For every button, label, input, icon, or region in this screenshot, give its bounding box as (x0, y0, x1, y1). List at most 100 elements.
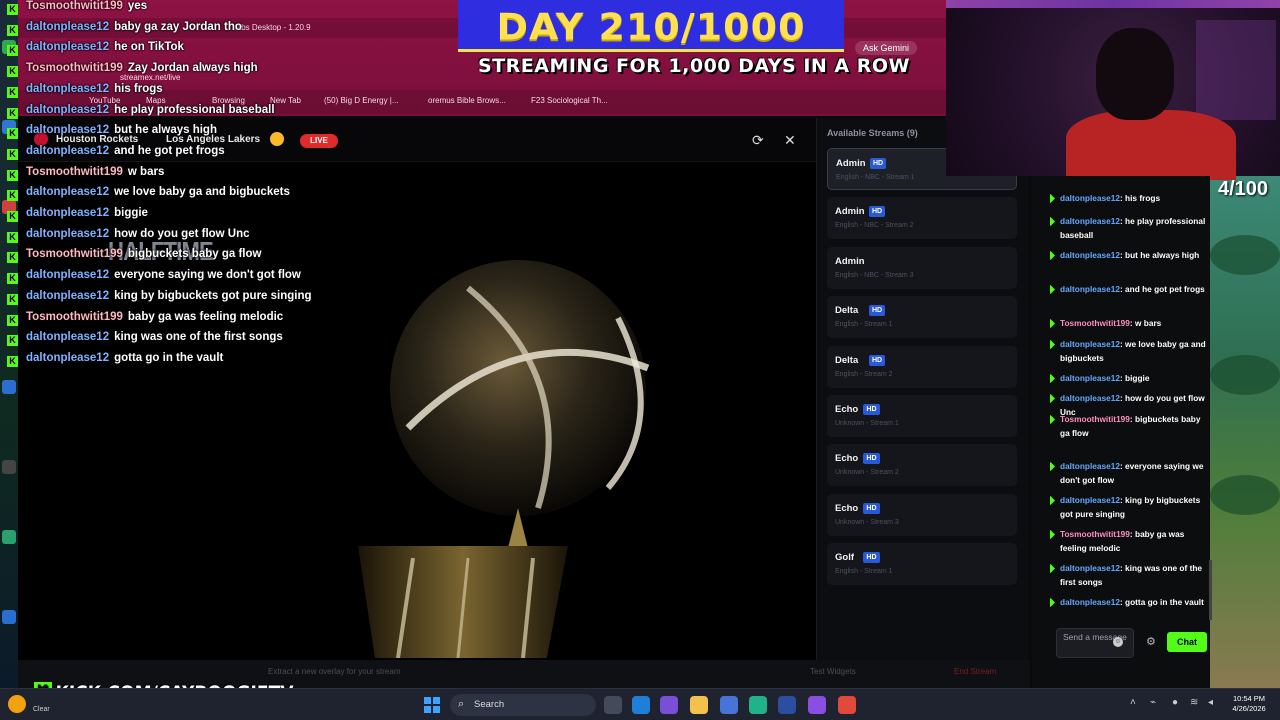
kick-badge-icon: K (7, 335, 18, 347)
overlay-prompt-text[interactable]: Extract a new overlay for your stream (268, 667, 401, 676)
chat-username: Tosmoothwitit199 (26, 310, 123, 323)
badge-icon (1050, 462, 1055, 471)
chat-username[interactable]: daltonplease12 (1060, 250, 1120, 260)
chat-username: daltonplease12 (26, 41, 110, 54)
chat-username: daltonplease12 (26, 331, 110, 344)
weather-icon[interactable] (8, 695, 26, 713)
chat-message: baby ga was feeling melodic (127, 310, 284, 323)
chat-message: Zay Jordan always high (127, 62, 258, 75)
stream-option[interactable]: Delta HD English - Stream 1 (827, 296, 1017, 339)
chat-username[interactable]: daltonplease12 (1060, 216, 1120, 226)
badge-icon (1050, 496, 1055, 505)
chat-username[interactable]: daltonplease12 (1060, 393, 1120, 403)
stream-name: Golf (835, 552, 854, 564)
kick-badge-icon: K (7, 273, 18, 285)
file-explorer-icon[interactable] (690, 696, 708, 714)
badge-icon (1050, 319, 1055, 328)
kick-chat-message: daltonplease12: biggie (1050, 372, 1206, 386)
kick-chat-message: daltonplease12: we love baby ga and bigb… (1050, 338, 1206, 365)
chat-username[interactable]: Tosmoothwitit199 (1060, 529, 1130, 539)
chat-send-button[interactable]: Chat (1167, 632, 1207, 652)
stream-details: English - Stream 1 (835, 321, 893, 329)
kick-chat-message: Tosmoothwitit199: baby ga was feeling me… (1050, 528, 1206, 555)
chat-message: he on TikTok (114, 41, 184, 54)
stream-option[interactable]: Admin HD English - NBC - Stream 2 (827, 197, 1017, 240)
close-icon[interactable]: ✕ (784, 132, 796, 149)
app-icon[interactable] (778, 696, 796, 714)
chat-message: he play professional baseball (114, 103, 275, 116)
edge-icon[interactable] (632, 696, 650, 714)
kick-chat-message: daltonplease12: king by bigbuckets got p… (1050, 494, 1206, 521)
chat-message-text: but he always high (1125, 250, 1200, 260)
app-icon[interactable] (808, 696, 826, 714)
chat-username: daltonplease12 (26, 124, 110, 137)
stream-details: English - NBC - Stream 1 (836, 174, 915, 181)
streams-header: Available Streams (9) (827, 128, 918, 138)
chat-username[interactable]: daltonplease12 (1060, 373, 1120, 383)
chat-username[interactable]: daltonplease12 (1060, 563, 1120, 573)
windows-start-icon[interactable] (424, 697, 440, 713)
chat-username[interactable]: daltonplease12 (1060, 339, 1120, 349)
volume-icon[interactable]: ◂ (1208, 697, 1213, 708)
hd-badge: HD (869, 305, 886, 317)
available-streams-panel: Available Streams (9) Admin HD English - N… (816, 118, 1028, 660)
copilot-icon[interactable] (660, 696, 678, 714)
stream-chat-overlay: K Tosmoothwitit199 yes Kdaltonplease12 baby … (0, 0, 470, 390)
stream-option[interactable]: Admin English - NBC - Stream 3 (827, 246, 1017, 289)
kick-badge-icon: K (7, 211, 18, 222)
badge-icon (1050, 564, 1055, 573)
end-stream-button[interactable]: End Stream (954, 667, 996, 676)
taskbar-search-box[interactable]: ⌕ Search (450, 694, 596, 716)
chat-username: Tosmoothwitit199 (26, 248, 123, 261)
chat-message-text: his frogs (1125, 193, 1161, 203)
ask-gemini-button[interactable]: Ask Gemini (855, 41, 918, 55)
chrome-icon[interactable] (838, 696, 856, 714)
kick-chat-scrollbar[interactable] (1209, 560, 1212, 620)
chat-username[interactable]: Tosmoothwitit199 (1060, 414, 1130, 424)
kick-badge-icon: K (7, 355, 18, 367)
stream-option[interactable]: Golf HD English - Stream 1 (827, 543, 1017, 586)
gear-icon[interactable]: ⚙ (1146, 635, 1156, 648)
hd-badge: HD (863, 404, 880, 415)
overlay-chat-line: daltonplease12 how do you get flow Unc (26, 228, 250, 240)
stream-option[interactable]: Echo HD Unknown - Stream 3 (827, 493, 1017, 536)
chat-username[interactable]: daltonplease12 (1060, 597, 1120, 607)
stream-option[interactable]: Echo HD Unknown - Stream 1 (827, 395, 1017, 437)
chat-username[interactable]: daltonplease12 (1060, 284, 1120, 294)
overlay-chat-line: daltonplease12 everyone saying we don't g… (26, 269, 301, 281)
store-icon[interactable] (720, 696, 738, 714)
chat-username[interactable]: daltonplease12 (1060, 193, 1120, 203)
hd-badge: HD (863, 453, 880, 465)
test-widgets-button[interactable]: Test Widgets (810, 667, 856, 676)
system-clock[interactable]: 10:54 PM 4/26/2026 (1222, 694, 1276, 714)
chat-message: everyone saying we don't got flow (114, 269, 301, 282)
windows-taskbar: Clear ⌕ Search ˄ ⌁ ● ≋ ◂ 10:54 PM 4/26/2… (0, 688, 1280, 720)
desktop-app-icon[interactable] (2, 610, 16, 624)
chat-message: bigbuckets baby ga flow (127, 248, 262, 261)
chat-username: daltonplease12 (26, 207, 110, 219)
wifi-icon[interactable]: ≋ (1190, 697, 1198, 708)
chevron-up-icon[interactable]: ˄ (1130, 697, 1136, 708)
desktop-app-icon[interactable] (2, 460, 16, 474)
stream-details: English - Stream 2 (835, 370, 893, 378)
stream-option[interactable]: Delta HD English - Stream 2 (827, 345, 1017, 388)
emoji-icon[interactable]: ☺ (1113, 637, 1123, 647)
bookmark-f23-sociological[interactable]: F23 Sociological Th... (531, 96, 608, 105)
refresh-icon[interactable]: ⟳ (752, 132, 764, 149)
stream-name: Admin (835, 255, 865, 267)
chat-username[interactable]: daltonplease12 (1060, 495, 1120, 505)
stream-name: Echo (835, 453, 859, 465)
kick-badge-icon: K (7, 128, 18, 140)
stream-option[interactable]: Echo HD Unknown - Stream 2 (827, 444, 1017, 487)
desktop-app-icon[interactable] (2, 530, 16, 544)
task-view-icon[interactable] (604, 696, 622, 714)
network-icon[interactable]: ⌁ (1150, 697, 1156, 708)
microphone-icon[interactable]: ● (1172, 697, 1178, 708)
chat-username[interactable]: Tosmoothwitit199 (1060, 318, 1130, 328)
clock-time: 10:54 PM (1232, 694, 1266, 703)
chat-username[interactable]: daltonplease12 (1060, 461, 1120, 471)
overlay-chat-line: Tosmoothwitit199 Zay Jordan always high (26, 62, 258, 74)
webcam-feed (946, 0, 1280, 180)
chat-username: Tosmoothwitit199 (26, 165, 123, 178)
app-icon[interactable] (749, 696, 767, 714)
